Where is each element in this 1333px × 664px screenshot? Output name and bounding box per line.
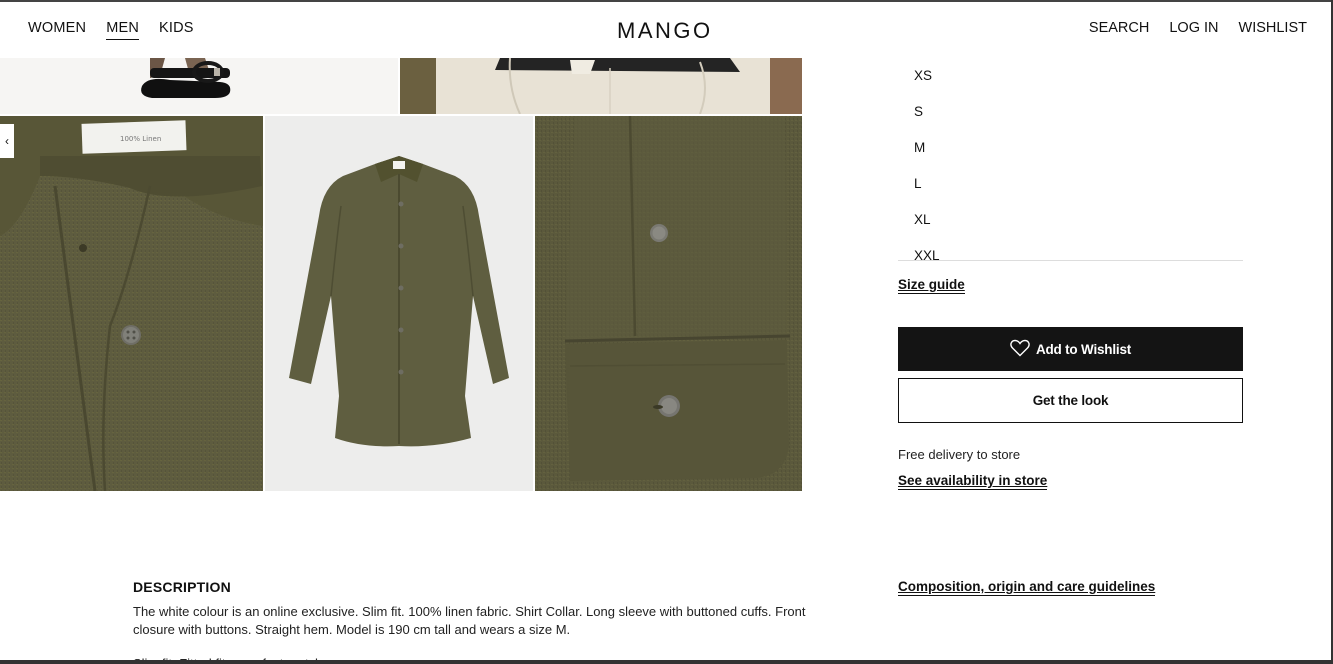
collar-tag-label: 100% Linen <box>120 135 161 143</box>
description-heading: DESCRIPTION <box>133 579 231 595</box>
cuff-detail-image[interactable] <box>535 116 802 491</box>
nav-men[interactable]: MEN <box>106 20 140 40</box>
add-to-wishlist-label: Add to Wishlist <box>1035 341 1132 357</box>
search-link[interactable]: SEARCH <box>1089 20 1149 36</box>
site-header: WOMEN MEN KIDS MANGO SEARCH LOG IN WISHL… <box>0 0 1333 58</box>
main-nav: WOMEN MEN KIDS <box>28 20 194 40</box>
composition-care-link[interactable]: Composition, origin and care guidelines <box>898 579 1156 596</box>
get-the-look-button[interactable]: Get the look <box>898 378 1243 423</box>
user-nav: SEARCH LOG IN WISHLIST <box>1089 20 1307 36</box>
size-option-l[interactable]: L <box>898 166 1243 202</box>
size-option-xl[interactable]: XL <box>898 202 1243 238</box>
collar-detail-image[interactable]: 100% Linen <box>0 116 263 491</box>
heart-icon <box>1010 339 1030 360</box>
description-text: The white colour is an online exclusive.… <box>133 604 806 637</box>
login-link[interactable]: LOG IN <box>1169 20 1218 36</box>
size-option-xxl[interactable]: XXL <box>898 238 1243 260</box>
size-option-s[interactable]: S <box>898 94 1243 130</box>
size-list: XS S M L XL XXL <box>898 58 1243 261</box>
size-guide-link[interactable]: Size guide <box>898 277 965 294</box>
window-frame-bottom <box>0 660 1333 664</box>
product-gallery: ‹ 100% Linen <box>0 58 802 491</box>
nav-women[interactable]: WOMEN <box>28 20 86 40</box>
delivery-info: Free delivery to store <box>898 447 1021 462</box>
store-availability-link[interactable]: See availability in store <box>898 473 1048 490</box>
size-option-m[interactable]: M <box>898 130 1243 166</box>
sandals-image[interactable] <box>0 58 398 114</box>
nav-kids[interactable]: KIDS <box>159 20 194 40</box>
brand-logo[interactable]: MANGO <box>617 18 713 44</box>
trousers-image[interactable] <box>400 58 802 114</box>
wishlist-link[interactable]: WISHLIST <box>1239 20 1307 36</box>
gallery-prev-button[interactable]: ‹ <box>0 124 14 158</box>
size-option-xs[interactable]: XS <box>898 58 1243 94</box>
add-to-wishlist-button[interactable]: Add to Wishlist <box>898 327 1243 371</box>
shirt-front-image[interactable] <box>265 116 533 491</box>
